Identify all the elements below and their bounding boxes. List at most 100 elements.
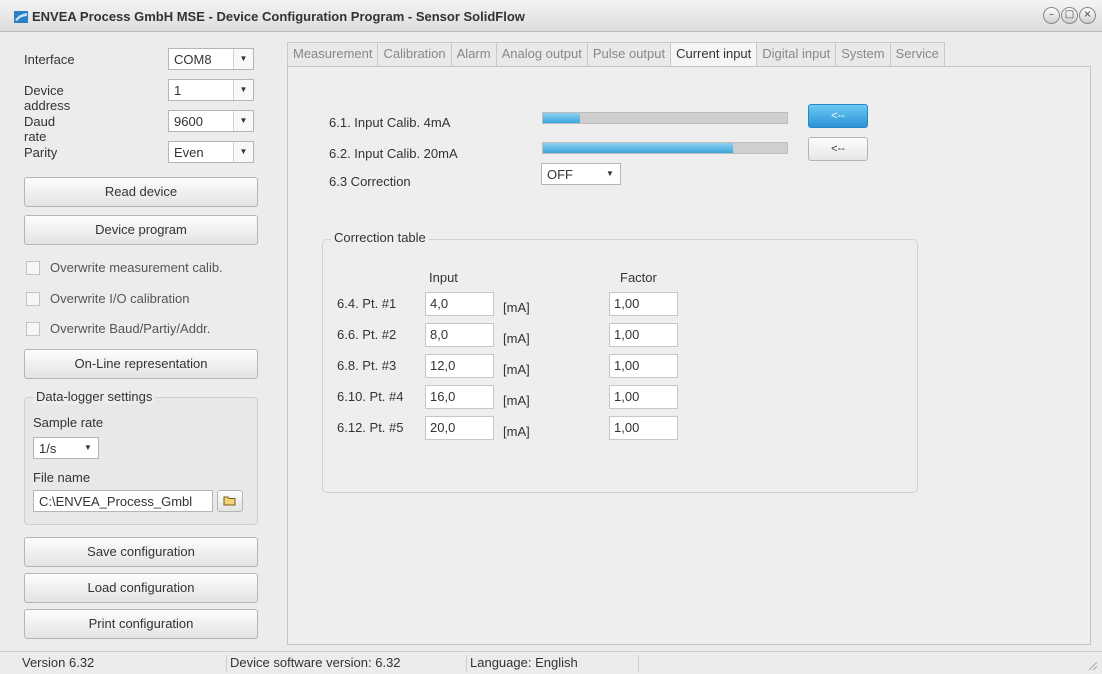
tab-measurement[interactable]: Measurement [287, 42, 379, 66]
online-representation-button[interactable]: On-Line representation [24, 349, 258, 379]
calib-20ma-set-button[interactable]: <-- [808, 137, 868, 161]
tab-pulse-output[interactable]: Pulse output [587, 42, 672, 66]
input-column-header: Input [429, 270, 458, 285]
tab-current-input[interactable]: Current input [671, 42, 758, 66]
factor-value-field[interactable]: 1,00 [609, 416, 678, 440]
calib-20ma-level-fill [543, 143, 734, 153]
unit-label: [mA] [503, 300, 530, 315]
status-divider [638, 655, 639, 672]
input-value-field[interactable]: 8,0 [425, 323, 494, 347]
unit-label: [mA] [503, 424, 530, 439]
unit-label: [mA] [503, 331, 530, 346]
datalogger-title: Data-logger settings [33, 389, 156, 404]
correction-label: 6.3 Correction [329, 174, 411, 189]
interface-value: COM8 [174, 52, 212, 67]
calib-4ma-level-bar [542, 112, 788, 124]
sample-rate-combo[interactable]: 1/s ▼ [33, 437, 99, 459]
save-configuration-button[interactable]: Save configuration [24, 537, 258, 567]
tab-analog-output[interactable]: Analog output [496, 42, 588, 66]
baud-rate-combo[interactable]: 9600 ▼ [168, 110, 254, 132]
point-label: 6.6. Pt. #2 [337, 327, 397, 342]
window-controls: – □ × [1042, 7, 1096, 24]
chevron-down-icon: ▼ [600, 164, 620, 184]
interface-combo[interactable]: COM8 ▼ [168, 48, 254, 70]
baud-rate-value: 9600 [174, 114, 203, 129]
unit-label: [mA] [503, 362, 530, 377]
file-name-label: File name [33, 470, 91, 485]
point-label: 6.4. Pt. #1 [337, 296, 397, 311]
status-divider [466, 655, 467, 672]
sample-rate-value: 1/s [39, 441, 57, 456]
minimize-button[interactable]: – [1043, 7, 1060, 24]
device-software-status: Device software version: 6.32 [230, 655, 401, 670]
point-label: 6.12. Pt. #5 [337, 420, 404, 435]
correction-combo[interactable]: OFF ▼ [541, 163, 621, 185]
tab-system[interactable]: System [836, 42, 891, 66]
envea-logo-icon [14, 11, 28, 23]
calib-20ma-label: 6.2. Input Calib. 20mA [329, 146, 458, 161]
device-address-label: Device address [24, 83, 71, 113]
factor-value-field[interactable]: 1,00 [609, 323, 678, 347]
folder-icon [223, 496, 236, 506]
status-bar: Version 6.32 Device software version: 6.… [0, 651, 1102, 674]
chevron-down-icon: ▼ [78, 438, 98, 458]
window-title: ENVEA Process GmbH MSE - Device Configur… [32, 9, 525, 24]
calib-4ma-label: 6.1. Input Calib. 4mA [329, 115, 451, 130]
factor-value-field[interactable]: 1,00 [609, 292, 678, 316]
calib-4ma-set-button[interactable]: <-- [808, 104, 868, 128]
tab-strip: Measurement Calibration Alarm Analog out… [287, 42, 945, 66]
factor-value-field[interactable]: 1,00 [609, 385, 678, 409]
title-bar: ENVEA Process GmbH MSE - Device Configur… [0, 0, 1102, 32]
calib-20ma-level-bar [542, 142, 788, 154]
factor-column-header: Factor [620, 270, 657, 285]
resize-grip-icon[interactable] [1086, 659, 1098, 671]
device-address-combo[interactable]: 1 ▼ [168, 79, 254, 101]
overwrite-baud-label: Overwrite Baud/Partiy/Addr. [50, 321, 211, 336]
parity-label: Parity [24, 145, 58, 160]
unit-label: [mA] [503, 393, 530, 408]
correction-value: OFF [547, 167, 573, 182]
print-configuration-button[interactable]: Print configuration [24, 609, 258, 639]
input-value-field[interactable]: 20,0 [425, 416, 494, 440]
interface-label: Interface [24, 52, 75, 67]
version-status: Version 6.32 [22, 655, 95, 670]
maximize-button[interactable]: □ [1061, 7, 1078, 24]
chevron-down-icon: ▼ [233, 142, 253, 162]
overwrite-measurement-checkbox[interactable] [26, 261, 40, 275]
tab-service[interactable]: Service [890, 42, 945, 66]
tab-alarm[interactable]: Alarm [451, 42, 497, 66]
current-input-panel: 6.1. Input Calib. 4mA <-- 6.2. Input Cal… [287, 66, 1091, 645]
sample-rate-label: Sample rate [33, 415, 104, 430]
device-program-button[interactable]: Device program [24, 215, 258, 245]
chevron-down-icon: ▼ [233, 111, 253, 131]
overwrite-baud-checkbox[interactable] [26, 322, 40, 336]
factor-value-field[interactable]: 1,00 [609, 354, 678, 378]
chevron-down-icon: ▼ [233, 80, 253, 100]
input-value-field[interactable]: 12,0 [425, 354, 494, 378]
point-label: 6.10. Pt. #4 [337, 389, 404, 404]
browse-folder-button[interactable] [217, 490, 243, 512]
close-button[interactable]: × [1079, 7, 1096, 24]
overwrite-io-checkbox[interactable] [26, 292, 40, 306]
file-name-value: C:\ENVEA_Process_Gmbl [39, 494, 193, 509]
device-address-value: 1 [174, 83, 182, 98]
correction-table-title: Correction table [331, 230, 429, 245]
overwrite-io-label: Overwrite I/O calibration [50, 291, 190, 306]
load-configuration-button[interactable]: Load configuration [24, 573, 258, 603]
file-name-input[interactable]: C:\ENVEA_Process_Gmbl [33, 490, 213, 512]
datalogger-group: Data-logger settings Sample rate 1/s ▼ F… [24, 389, 258, 525]
parity-combo[interactable]: Even ▼ [168, 141, 254, 163]
correction-table-group: Correction table Input Factor 6.4. Pt. #… [322, 230, 918, 493]
overwrite-measurement-label: Overwrite measurement calib. [50, 260, 223, 275]
input-value-field[interactable]: 4,0 [425, 292, 494, 316]
point-label: 6.8. Pt. #3 [337, 358, 397, 373]
read-device-button[interactable]: Read device [24, 177, 258, 207]
tab-calibration[interactable]: Calibration [378, 42, 452, 66]
language-status: Language: English [470, 655, 578, 670]
parity-value: Even [174, 145, 204, 160]
tab-digital-input[interactable]: Digital input [757, 42, 837, 66]
status-divider [226, 655, 227, 672]
baud-rate-label: Daud rate [24, 114, 56, 144]
calib-4ma-level-fill [543, 113, 580, 123]
input-value-field[interactable]: 16,0 [425, 385, 494, 409]
